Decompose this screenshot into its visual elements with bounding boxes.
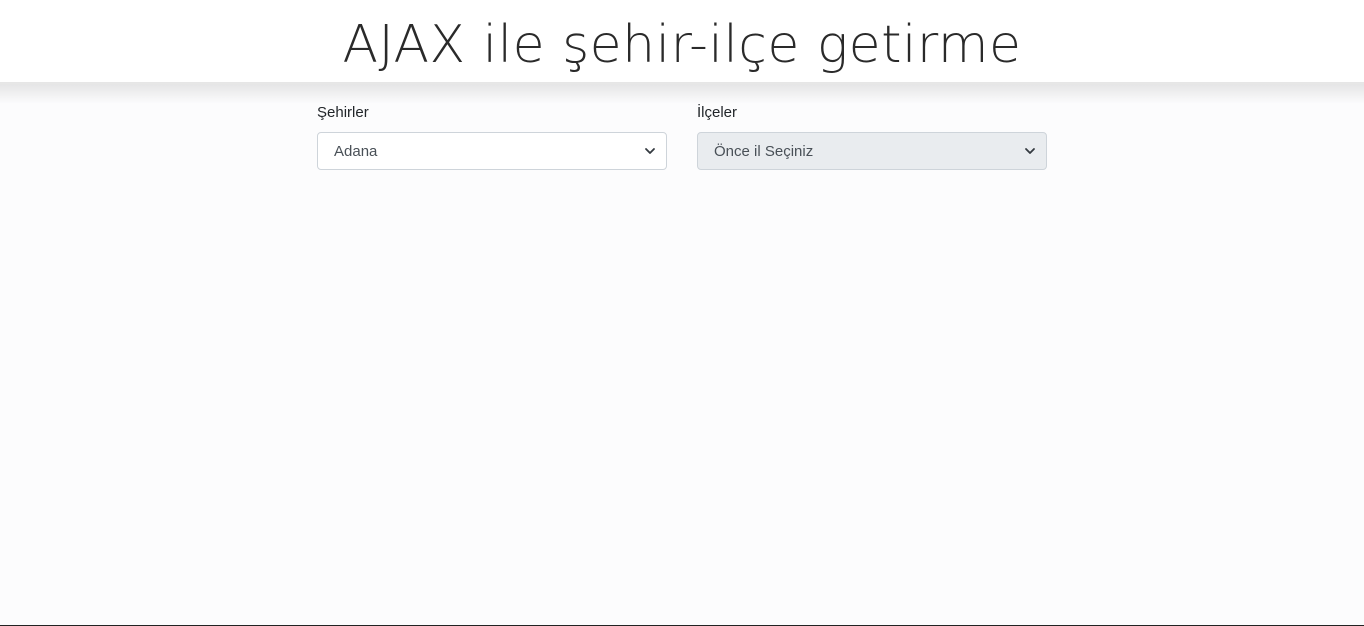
page-title: AJAX ile şehir-ilçe getirme — [342, 15, 1022, 75]
header-shadow — [0, 82, 1364, 104]
cities-select[interactable]: Adana — [317, 132, 667, 170]
districts-field: İlçeler Önce il Seçiniz — [697, 103, 1047, 170]
chevron-down-icon — [1024, 145, 1036, 157]
cities-label: Şehirler — [317, 104, 369, 121]
page-header: AJAX ile şehir-ilçe getirme — [0, 0, 1364, 84]
districts-select[interactable]: Önce il Seçiniz — [697, 132, 1047, 170]
cities-selected-value: Adana — [334, 142, 378, 160]
cities-field: Şehirler Adana — [317, 103, 667, 170]
districts-selected-value: Önce il Seçiniz — [714, 142, 814, 160]
districts-label: İlçeler — [697, 104, 738, 121]
page: AJAX ile şehir-ilçe getirme Şehirler Ada… — [0, 0, 1364, 626]
chevron-down-icon — [644, 145, 656, 157]
